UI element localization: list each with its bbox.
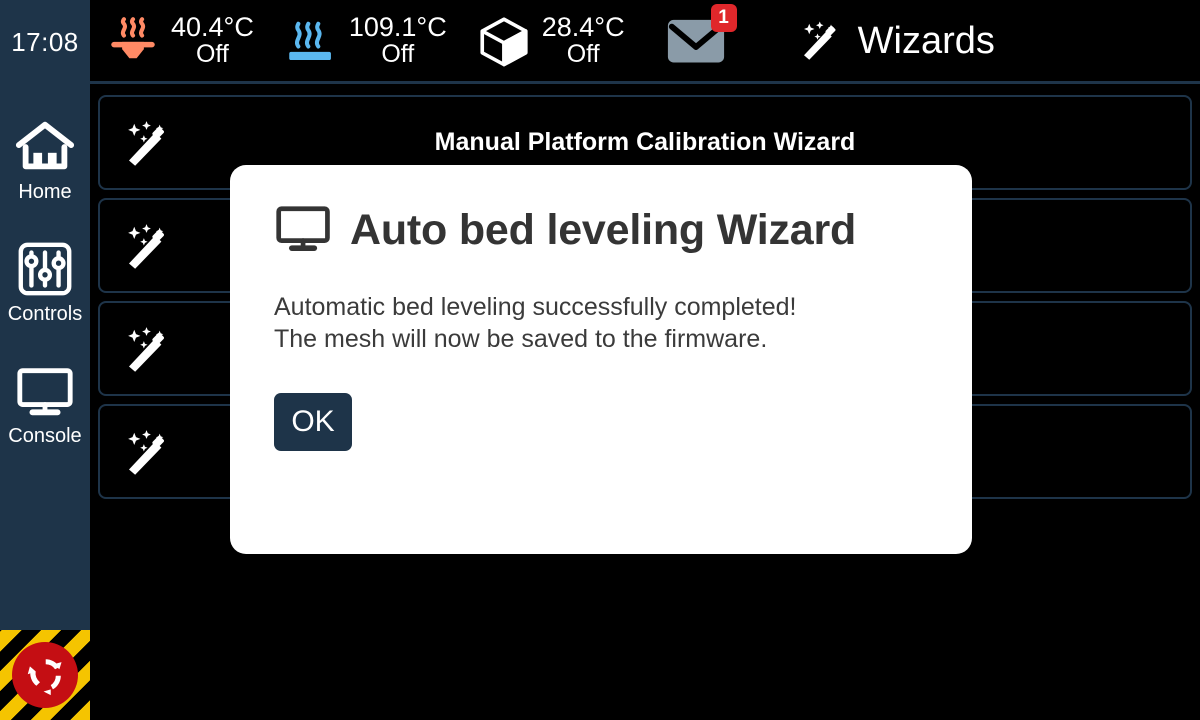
sidebar-item-label: Home <box>18 181 72 203</box>
page-header: Wizards <box>743 17 1200 65</box>
dialog-header: Auto bed leveling Wizard <box>274 205 928 255</box>
monitor-icon <box>274 205 334 255</box>
magic-wand-icon <box>122 115 178 171</box>
dialog-title: Auto bed leveling Wizard <box>350 205 857 254</box>
monitor-icon <box>14 360 76 422</box>
dialog-message: Automatic bed leveling successfully comp… <box>274 291 928 355</box>
temp-state: Off <box>195 39 229 68</box>
nozzle-icon <box>104 12 162 70</box>
temp-value: 28.4°C <box>541 11 625 42</box>
magic-wand-icon <box>122 424 178 480</box>
dialog-message-line-1: Automatic bed leveling successfully comp… <box>274 293 797 321</box>
page-title: Wizards <box>857 19 995 62</box>
temp-state: Off <box>566 39 600 68</box>
sidebar: 17:08 Home Controls Console <box>0 0 90 720</box>
temp-readout: 109.1°C Off <box>348 11 447 68</box>
sidebar-nav: Home Controls Console <box>0 84 90 630</box>
printer-touch-ui: 17:08 Home Controls Console 40.4°C Off 1… <box>0 0 1200 720</box>
dialog-actions: OK <box>274 393 928 451</box>
temp-item-chamber[interactable]: 28.4°C Off <box>461 12 639 70</box>
notifications-button[interactable]: 1 <box>639 3 743 66</box>
temp-readout: 28.4°C Off <box>541 11 625 68</box>
temp-value: 109.1°C <box>348 11 447 42</box>
emergency-restart-icon <box>22 652 68 698</box>
sidebar-item-home[interactable]: Home <box>0 98 90 220</box>
magic-wand-icon <box>122 321 178 377</box>
ok-button[interactable]: OK <box>274 393 352 451</box>
clock: 17:08 <box>11 26 79 57</box>
temp-value: 40.4°C <box>171 11 254 42</box>
temp-state: Off <box>381 39 415 68</box>
temperature-group: 40.4°C Off 109.1°C Off 28.4°C Off <box>90 12 639 70</box>
chamber-cube-icon <box>475 12 533 70</box>
sidebar-item-controls[interactable]: Controls <box>0 220 90 342</box>
top-status-bar: 40.4°C Off 109.1°C Off 28.4°C Off 1 Wiza… <box>90 0 1200 84</box>
magic-wand-icon <box>122 218 178 274</box>
temp-item-extruder[interactable]: 40.4°C Off <box>90 12 268 70</box>
sidebar-item-console[interactable]: Console <box>0 342 90 464</box>
sidebar-item-label: Controls <box>7 303 83 325</box>
heated-bed-icon <box>282 12 340 70</box>
temp-item-bed[interactable]: 109.1°C Off <box>268 12 461 70</box>
sidebar-item-label: Console <box>8 425 82 447</box>
emergency-restart-button[interactable] <box>12 642 78 708</box>
temp-readout: 40.4°C Off <box>171 11 254 68</box>
magic-wand-icon <box>798 17 846 65</box>
emergency-stop-area[interactable] <box>0 630 90 720</box>
notification-badge: 1 <box>710 3 737 32</box>
dialog-message-line-2: The mesh will now be saved to the firmwa… <box>274 325 768 353</box>
home-icon <box>14 116 76 178</box>
sliders-icon <box>14 238 76 300</box>
wizard-row-label: Manual Platform Calibration Wizard <box>434 128 856 156</box>
auto-bed-leveling-dialog: Auto bed leveling Wizard Automatic bed l… <box>230 165 972 554</box>
